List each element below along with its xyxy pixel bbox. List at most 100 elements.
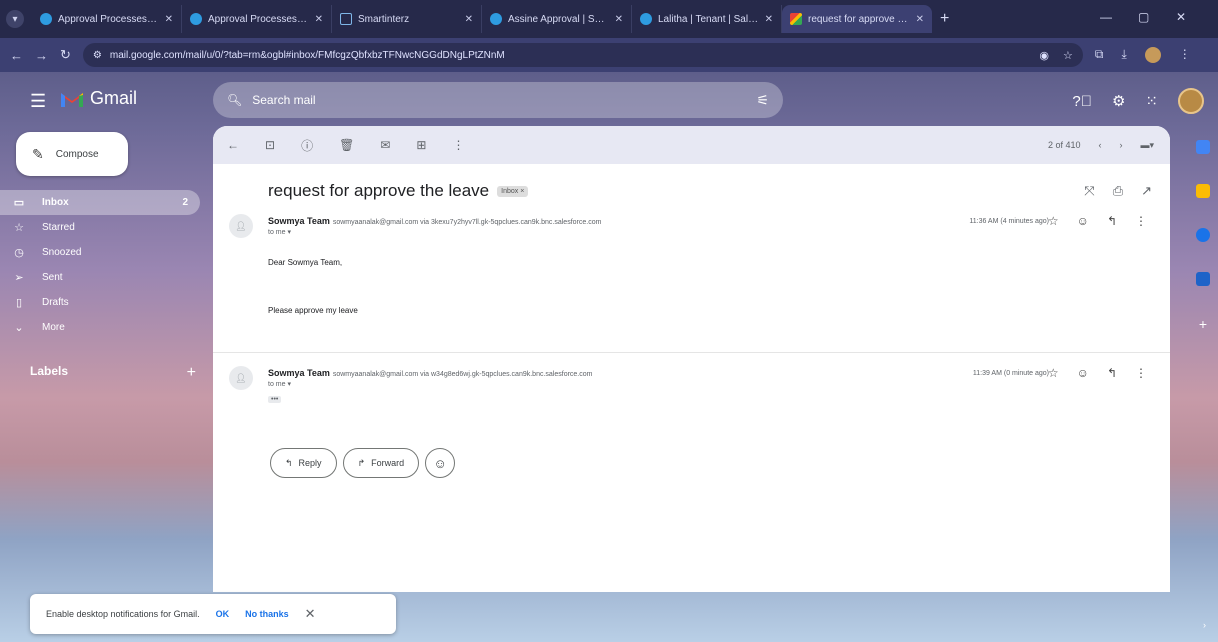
older-icon[interactable]: › bbox=[1119, 140, 1122, 150]
gmail-m-icon bbox=[60, 90, 84, 108]
download-icon[interactable]: ⤓ bbox=[1121, 47, 1126, 63]
back-to-inbox-icon[interactable]: ← bbox=[227, 138, 239, 152]
keep-icon[interactable] bbox=[1196, 184, 1210, 198]
browser-menu-icon[interactable]: ⋮ bbox=[1179, 47, 1191, 63]
browser-profile-avatar[interactable] bbox=[1144, 47, 1161, 63]
search-mail-bar[interactable]: 🔍︎ Search mail ⚟ bbox=[213, 82, 783, 118]
hide-side-panel-icon[interactable]: › bbox=[1203, 620, 1206, 630]
collapse-all-icon[interactable]: ⤧ bbox=[1084, 183, 1094, 199]
salesforce-icon bbox=[40, 13, 52, 25]
notification-no-thanks-button[interactable]: No thanks bbox=[245, 609, 289, 619]
print-icon[interactable]: ⎙ bbox=[1113, 183, 1123, 199]
emoji-react-icon[interactable]: ☺ bbox=[1077, 366, 1089, 380]
email-message[interactable]: 👤︎ Sowmya Team sowmyaanalak@gmail.com via… bbox=[227, 214, 1157, 344]
sidebar-item-snoozed[interactable]: ◷ Snoozed bbox=[0, 240, 200, 265]
close-tab-icon[interactable]: ✕ bbox=[916, 14, 924, 25]
reply-icon[interactable]: ↰ bbox=[1107, 214, 1117, 228]
close-tab-icon[interactable]: ✕ bbox=[315, 14, 323, 25]
create-label-icon[interactable]: + bbox=[187, 364, 196, 382]
more-icon[interactable]: ⋮ bbox=[1135, 366, 1147, 380]
apps-grid-icon[interactable]: ⁙ bbox=[1145, 92, 1158, 110]
contacts-icon[interactable] bbox=[1196, 272, 1210, 286]
salesforce-icon bbox=[490, 13, 502, 25]
close-tab-icon[interactable]: ✕ bbox=[765, 14, 773, 25]
compose-button[interactable]: ✎ Compose bbox=[16, 132, 128, 176]
browser-tab[interactable]: Approval Processes | Sale ✕ bbox=[182, 5, 332, 33]
forward-icon[interactable]: → bbox=[35, 48, 48, 63]
minimize-icon[interactable]: — bbox=[1100, 10, 1112, 24]
notification-ok-button[interactable]: OK bbox=[216, 609, 230, 619]
open-new-window-icon[interactable]: ↗ bbox=[1141, 183, 1152, 199]
report-spam-icon[interactable]: ⓘ bbox=[301, 137, 313, 154]
support-icon[interactable]: ?⃝ bbox=[1072, 93, 1092, 110]
more-options-icon[interactable]: ⋮ bbox=[452, 138, 464, 152]
browser-tab-bar: ▾ Approval Processes | Sale ✕ Approval Pr… bbox=[0, 0, 1218, 38]
star-icon[interactable]: ☆ bbox=[1048, 214, 1059, 228]
gmail-header: ☰ Gmail 🔍︎ Search mail ⚟ ?⃝ ⚙ ⁙ bbox=[0, 72, 1218, 128]
mark-unread-icon[interactable]: ✉ bbox=[380, 138, 390, 152]
address-bar[interactable]: ⚙ mail.google.com/mail/u/0/?tab=rm&ogbl#… bbox=[82, 43, 1083, 67]
reload-icon[interactable]: ↻ bbox=[60, 47, 71, 63]
emoji-react-icon[interactable]: ☺ bbox=[1077, 214, 1089, 228]
recipient-details-toggle[interactable]: to me ▾ bbox=[268, 228, 291, 236]
recipient-details-toggle[interactable]: to me ▾ bbox=[268, 380, 291, 388]
labels-section: Labels + bbox=[30, 364, 196, 382]
archive-icon[interactable]: ⊡ bbox=[265, 138, 275, 152]
forward-button[interactable]: ↱ Forward bbox=[342, 448, 420, 478]
close-icon[interactable]: ✕ bbox=[305, 606, 316, 622]
clock-icon: ◷ bbox=[14, 247, 24, 259]
main-menu-icon[interactable]: ☰ bbox=[30, 91, 46, 112]
close-tab-icon[interactable]: ✕ bbox=[165, 14, 173, 25]
pencil-icon: ✎ bbox=[32, 145, 44, 162]
bookmark-star-icon[interactable]: ☆ bbox=[1063, 49, 1073, 62]
extensions-icon[interactable]: ⧉ bbox=[1095, 47, 1104, 63]
browser-tab[interactable]: Assine Approval | Salesfor ✕ bbox=[482, 5, 632, 33]
email-message[interactable]: 👤︎ Sowmya Team sowmyaanalak@gmail.com via… bbox=[227, 366, 1157, 426]
search-icon[interactable]: 🔍︎ bbox=[227, 93, 242, 107]
tasks-icon[interactable] bbox=[1196, 228, 1210, 242]
tab-search-icon[interactable]: ▾ bbox=[6, 10, 24, 28]
sidebar-item-inbox[interactable]: ▭ Inbox 2 bbox=[0, 190, 200, 215]
labels-heading: Labels bbox=[30, 364, 69, 378]
gmail-logo[interactable]: Gmail bbox=[60, 88, 137, 109]
lens-icon[interactable]: ◉ bbox=[1039, 49, 1049, 62]
sidebar-item-label: Starred bbox=[42, 222, 75, 233]
sidebar-item-drafts[interactable]: ▯ Drafts bbox=[0, 290, 200, 315]
get-addons-icon[interactable]: + bbox=[1199, 316, 1207, 332]
star-icon[interactable]: ☆ bbox=[1048, 366, 1059, 380]
sender-email: sowmyaanalak@gmail.com via w34g8ed6wj.gk… bbox=[332, 371, 593, 378]
sidebar-item-more[interactable]: ⌄ More bbox=[0, 315, 200, 340]
more-icon[interactable]: ⋮ bbox=[1135, 214, 1147, 228]
search-input[interactable]: Search mail bbox=[252, 93, 315, 107]
back-icon[interactable]: ← bbox=[10, 48, 23, 63]
browser-tab-active[interactable]: request for approve the l ✕ bbox=[782, 5, 932, 33]
close-window-icon[interactable]: ✕ bbox=[1176, 10, 1186, 24]
browser-tab[interactable]: Approval Processes | Sale ✕ bbox=[32, 5, 182, 33]
newer-icon[interactable]: ‹ bbox=[1098, 140, 1101, 150]
input-tools-icon[interactable]: ▬▾ bbox=[1140, 140, 1154, 151]
new-tab-icon[interactable]: + bbox=[940, 10, 949, 28]
sender-name: Sowmya Team bbox=[268, 368, 330, 378]
show-trimmed-content-button[interactable]: ••• bbox=[268, 396, 282, 403]
site-info-icon[interactable]: ⚙ bbox=[93, 50, 102, 61]
sidebar-item-starred[interactable]: ☆ Starred bbox=[0, 215, 200, 240]
browser-tab[interactable]: Smartinterz ✕ bbox=[332, 5, 482, 33]
search-options-icon[interactable]: ⚟ bbox=[756, 92, 769, 109]
mail-view: ← ⊡ ⓘ 🗑︎ ✉ ⊞ ⋮ 2 of 410 ‹ › ▬▾ request f… bbox=[213, 126, 1170, 592]
sidebar-item-sent[interactable]: ➢ Sent bbox=[0, 265, 200, 290]
maximize-icon[interactable]: ▢ bbox=[1138, 10, 1149, 24]
settings-gear-icon[interactable]: ⚙ bbox=[1112, 92, 1125, 110]
reply-icon[interactable]: ↰ bbox=[1107, 366, 1117, 380]
email-subject: request for approve the leave bbox=[268, 181, 490, 200]
inbox-label-chip[interactable]: Inbox × bbox=[497, 185, 529, 197]
delete-icon[interactable]: 🗑︎ bbox=[339, 138, 354, 152]
move-to-icon[interactable]: ⊞ bbox=[416, 138, 426, 152]
calendar-icon[interactable] bbox=[1196, 140, 1210, 154]
reply-button[interactable]: ↰ Reply bbox=[270, 448, 337, 478]
account-avatar[interactable] bbox=[1178, 88, 1204, 114]
close-tab-icon[interactable]: ✕ bbox=[615, 14, 623, 25]
tab-title: Approval Processes | Sale bbox=[58, 13, 159, 25]
close-tab-icon[interactable]: ✕ bbox=[465, 14, 473, 25]
browser-tab[interactable]: Lalitha | Tenant | Salesforce ✕ bbox=[632, 5, 782, 33]
emoji-reaction-button[interactable]: ☺ bbox=[425, 448, 456, 478]
